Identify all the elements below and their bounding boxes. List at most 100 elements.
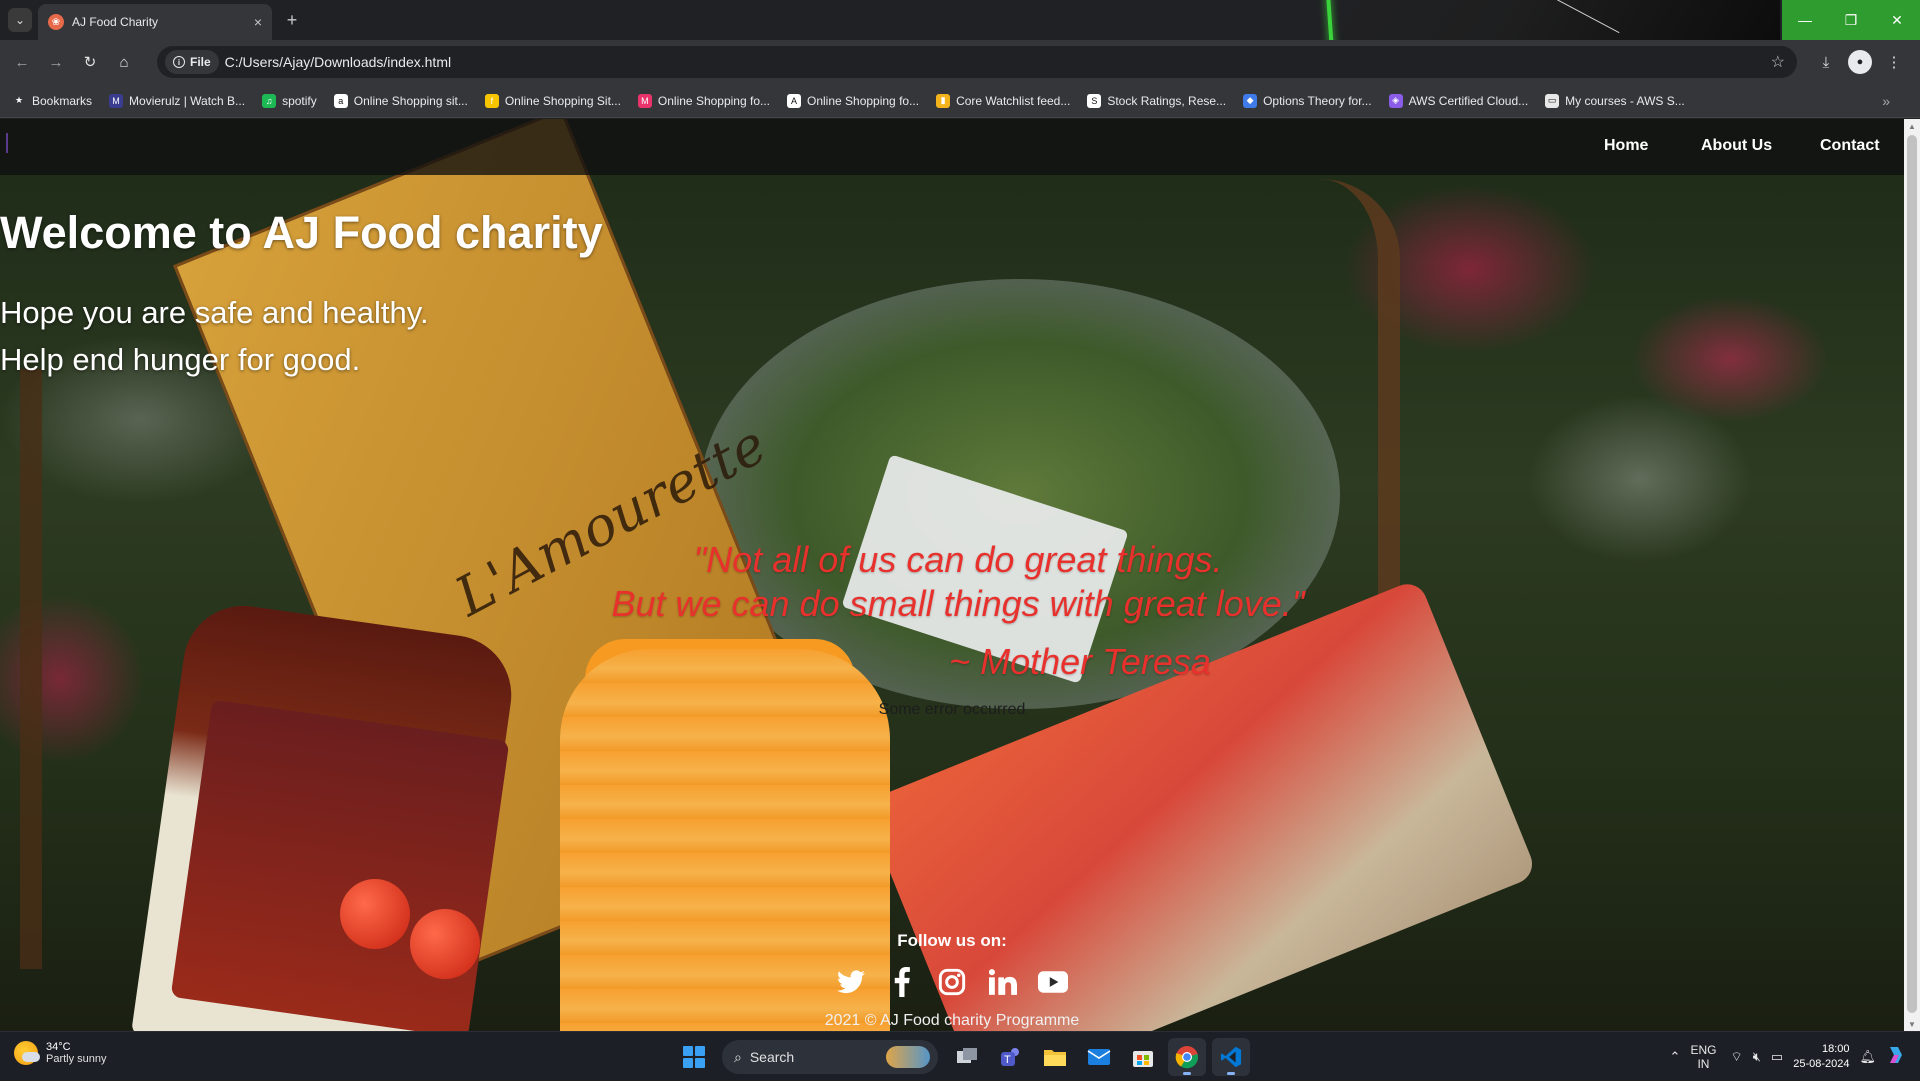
courses-icon: ▭ <box>1545 93 1560 108</box>
social-links <box>836 964 1068 1000</box>
bookmark-item[interactable]: f Online Shopping Sit... <box>484 93 621 108</box>
download-icon[interactable]: ⤓ <box>1814 50 1838 74</box>
copilot-icon[interactable] <box>1886 1045 1906 1068</box>
nav-about-link[interactable]: About Us <box>1701 137 1772 155</box>
bookmark-item[interactable]: ◆ Options Theory for... <box>1243 93 1372 108</box>
back-arrow-icon[interactable]: ← <box>10 50 34 74</box>
bookmark-label: Online Shopping fo... <box>807 93 920 108</box>
store-icon[interactable] <box>1124 1038 1162 1076</box>
speaker-muted-icon[interactable]: 🔇︎ <box>1753 1049 1761 1065</box>
weather-widget[interactable]: 34°C Partly sunny <box>14 1041 107 1065</box>
bookmark-item[interactable]: M Online Shopping fo... <box>637 93 770 108</box>
scroll-thumb[interactable] <box>1907 135 1917 1013</box>
bookmark-label: My courses - AWS S... <box>1565 93 1685 108</box>
scroll-up-arrow-icon[interactable]: ▲ <box>1904 119 1920 133</box>
taskbar-search-label: Search <box>749 1049 795 1065</box>
flipkart-icon: f <box>484 93 499 108</box>
charity-favicon-icon: ❀ <box>48 14 64 30</box>
task-view-icon[interactable] <box>948 1038 986 1076</box>
notification-bell-icon[interactable]: 🔔︎ <box>1859 1049 1876 1065</box>
bookmark-item[interactable]: ★ Bookmarks <box>12 93 93 108</box>
tab-search-button[interactable]: ⌄ <box>8 8 32 32</box>
taskbar-search-box[interactable]: ⌕ Search <box>722 1040 938 1074</box>
bookmark-item[interactable]: ♫ spotify <box>262 93 317 108</box>
restore-button[interactable]: ❐ <box>1828 0 1874 40</box>
file-explorer-icon[interactable] <box>1036 1038 1074 1076</box>
chrome-icon[interactable] <box>1168 1038 1206 1076</box>
region-code: IN <box>1697 1056 1710 1071</box>
close-tab-icon[interactable]: × <box>254 14 262 30</box>
svg-text:T: T <box>1004 1054 1011 1066</box>
address-bar[interactable]: i File C:/Users/Ajay/Downloads/index.htm… <box>157 46 1797 78</box>
facebook-icon[interactable] <box>887 967 917 997</box>
bookmark-item[interactable]: ▭ My courses - AWS S... <box>1545 93 1685 108</box>
page-scrollbar[interactable]: ▲ ▼ <box>1904 119 1920 1031</box>
basket-handle-left-graphic <box>20 369 100 969</box>
quote-line-2: But we can do small things with great lo… <box>611 583 1305 624</box>
sauce-label-graphic <box>170 699 510 1031</box>
new-tab-button[interactable]: + <box>280 8 304 32</box>
clock-date: 25-08-2024 <box>1793 1057 1850 1070</box>
myntra-icon: M <box>637 93 652 108</box>
error-message: Some error occurred <box>878 701 1026 718</box>
scroll-down-arrow-icon[interactable]: ▼ <box>1904 1017 1920 1031</box>
bookmark-item[interactable]: ◈ AWS Certified Cloud... <box>1388 93 1528 108</box>
menu-kebab-icon[interactable]: ⋮ <box>1882 50 1906 74</box>
bookmark-item[interactable]: S Stock Ratings, Rese... <box>1087 93 1226 108</box>
teams-icon[interactable]: T <box>992 1038 1030 1076</box>
spotify-icon: ♫ <box>262 93 277 108</box>
browser-toolbar: ← → ↻ ⌂ i File C:/Users/Ajay/Downloads/i… <box>0 40 1920 84</box>
nav-home-link[interactable]: Home <box>1604 137 1648 155</box>
windows-start-icon[interactable] <box>676 1039 712 1075</box>
twitter-icon[interactable] <box>836 967 866 997</box>
follow-us-heading: Follow us on: <box>897 931 1007 950</box>
hero-title: Welcome to AJ Food charity <box>0 207 603 258</box>
bookmark-item[interactable]: a Online Shopping sit... <box>333 93 468 108</box>
quote-author: ~ Mother Teresa <box>949 641 1211 682</box>
search-highlight-graphic <box>886 1046 930 1068</box>
tab-title: AJ Food Charity <box>72 15 159 29</box>
bookmarks-overflow-icon[interactable]: » <box>1882 93 1890 109</box>
clock[interactable]: 18:00 25-08-2024 <box>1793 1042 1849 1072</box>
clock-time: 18:00 <box>1821 1042 1850 1055</box>
titlebar-wallpaper-decoration <box>1330 0 1780 40</box>
battery-icon[interactable]: ▭ <box>1771 1049 1783 1065</box>
reload-icon[interactable]: ↻ <box>78 50 102 74</box>
amazon-icon: a <box>333 93 348 108</box>
shield-icon: ◆ <box>1243 93 1258 108</box>
site-navbar: Home About Us Contact <box>0 119 1904 175</box>
forward-arrow-icon[interactable]: → <box>44 50 68 74</box>
profile-avatar[interactable]: ● <box>1848 50 1872 74</box>
taskbar-apps: ⌕ Search T <box>676 1038 1256 1076</box>
linkedin-icon[interactable] <box>988 967 1018 997</box>
instagram-icon[interactable] <box>937 967 967 997</box>
aws-cube-icon: ◈ <box>1388 93 1403 108</box>
home-icon[interactable]: ⌂ <box>112 50 136 74</box>
vscode-icon[interactable] <box>1212 1038 1250 1076</box>
nav-contact-link[interactable]: Contact <box>1820 137 1880 155</box>
copyright-text: 2021 © AJ Food charity Programme <box>824 1012 1080 1029</box>
browser-tab[interactable]: ❀ AJ Food Charity × <box>38 4 272 40</box>
bookmark-item[interactable]: ▮ Core Watchlist feed... <box>936 93 1070 108</box>
bookmark-item[interactable]: A Online Shopping fo... <box>787 93 920 108</box>
star-icon: ★ <box>12 93 26 108</box>
site-info-chip[interactable]: i File <box>165 50 219 74</box>
wifi-icon[interactable]: ⌔ <box>1730 1049 1742 1065</box>
close-window-button[interactable]: ✕ <box>1874 0 1920 40</box>
mail-icon[interactable] <box>1080 1038 1118 1076</box>
bookmark-item[interactable]: M Movierulz | Watch B... <box>109 93 245 108</box>
language-indicator[interactable]: ENG IN <box>1690 1043 1716 1071</box>
hero-subtitle-1: Hope you are safe and healthy. <box>0 295 429 330</box>
system-tray: ⌃ ENG IN ⌔ 🔇︎ ▭ 18:00 25-08-2024 🔔︎ <box>1670 1032 1920 1081</box>
url-text[interactable]: C:/Users/Ajay/Downloads/index.html <box>225 54 1771 70</box>
site-chip-label: File <box>190 55 211 69</box>
page-viewport: L'Amourette Home About Us Contact Welcom… <box>0 119 1904 1031</box>
youtube-icon[interactable] <box>1038 967 1068 997</box>
hero-subtitle-2: Help end hunger for good. <box>0 342 361 377</box>
ajio-icon: A <box>787 93 801 108</box>
minimize-button[interactable]: — <box>1782 0 1828 40</box>
chevron-up-icon[interactable]: ⌃ <box>1670 1049 1681 1065</box>
bookmark-label: Bookmarks <box>32 93 93 108</box>
quote-line-1: "Not all of us can do great things. <box>693 539 1223 580</box>
bookmark-star-icon[interactable]: ☆ <box>1771 52 1785 72</box>
